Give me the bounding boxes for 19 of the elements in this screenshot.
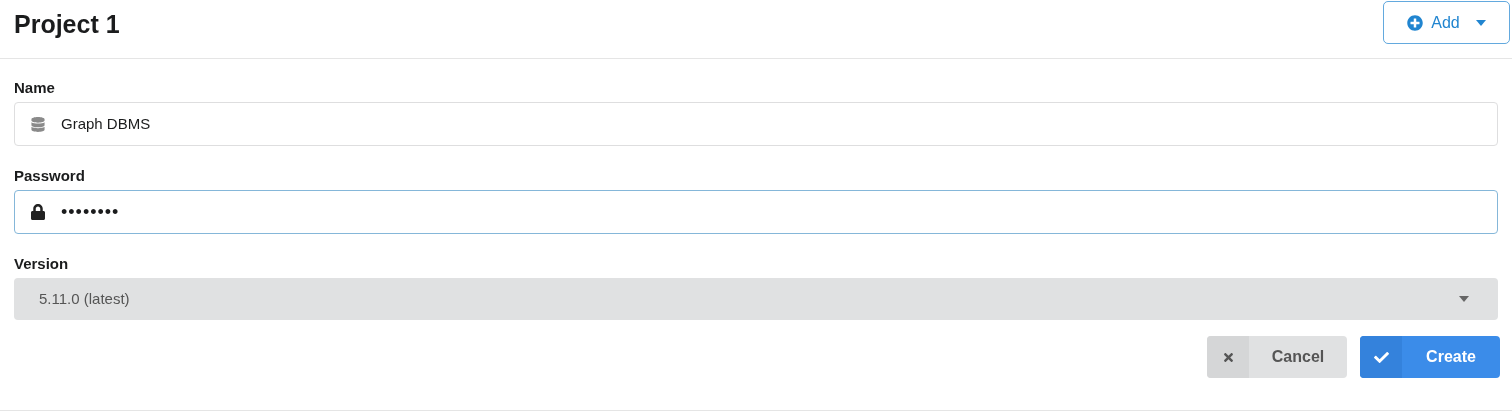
close-icon	[1221, 350, 1235, 364]
field-value: Graph DBMS	[61, 113, 151, 134]
database-icon	[31, 116, 45, 132]
create-button[interactable]: Create	[1360, 336, 1500, 378]
field-value: ••••••••	[61, 200, 120, 224]
lock-icon	[31, 204, 45, 220]
password-field[interactable]: ••••••••	[14, 190, 1498, 234]
check-icon	[1373, 349, 1389, 365]
field-label: Version	[13, 254, 70, 274]
page-title: Project 1	[14, 9, 120, 40]
version-select[interactable]: 5.11.0 (latest)	[14, 278, 1498, 320]
plus-icon	[1407, 14, 1424, 31]
add-button[interactable]: Add	[1383, 1, 1510, 44]
field-label: Name	[13, 78, 56, 98]
field-label: Password	[13, 166, 86, 186]
caret-icon	[1475, 19, 1486, 26]
cancel-button[interactable]: Cancel	[1207, 336, 1347, 378]
caret-icon	[1459, 296, 1469, 302]
name-field[interactable]: Graph DBMS	[14, 102, 1498, 146]
